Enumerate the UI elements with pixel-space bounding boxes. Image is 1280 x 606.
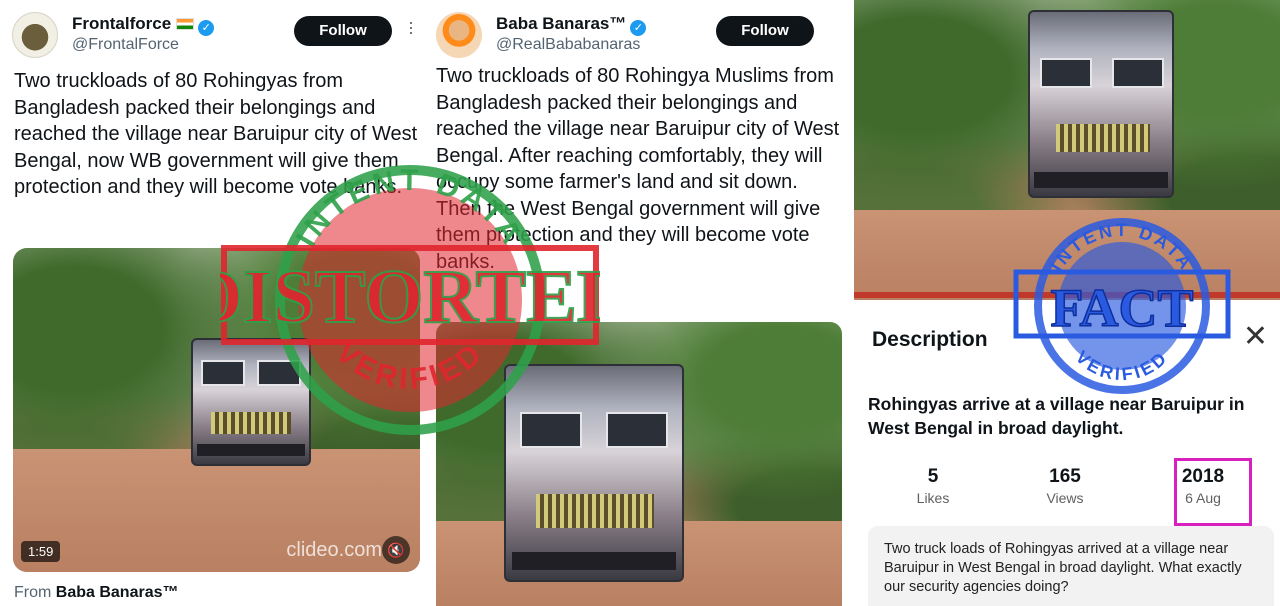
more-options-icon[interactable]: ···: [402, 20, 422, 35]
mute-icon[interactable]: 🔇: [382, 536, 410, 564]
close-icon[interactable]: ✕: [1243, 322, 1268, 352]
road: [854, 210, 1280, 300]
video-player[interactable]: 1:59 clideo.com 🔇: [13, 248, 420, 572]
avatar[interactable]: [436, 12, 482, 58]
video-player[interactable]: [854, 0, 1280, 300]
avatar[interactable]: [12, 12, 58, 58]
truck-image: [1028, 10, 1174, 198]
description-text: Two truck loads of Rohingyas arrived at …: [868, 526, 1274, 606]
truck-image: [191, 338, 311, 466]
tweet-header: Baba Banaras™ ✓ @RealBababanaras Follow: [436, 10, 836, 58]
author-name[interactable]: Baba Banaras™ ✓: [496, 14, 647, 36]
truck-image: [504, 364, 684, 582]
tweet-card-frontalforce: Frontalforce ✓ @FrontalForce Follow ··· T…: [0, 0, 428, 606]
date-highlight-box: [1174, 458, 1252, 526]
video-watermark: clideo.com: [286, 539, 382, 561]
video-duration: 1:59: [21, 541, 61, 562]
stat-likes: 5 Likes: [916, 466, 950, 506]
follow-button[interactable]: Follow: [294, 16, 392, 46]
tweet-card-babanaras: Baba Banaras™ ✓ @RealBababanaras Follow T…: [428, 0, 854, 606]
video-progress-bar[interactable]: [854, 292, 1280, 298]
author-handle[interactable]: @RealBababanaras: [496, 36, 640, 54]
video-player[interactable]: [436, 322, 842, 606]
tweet-text: Two truckloads of 80 Rohingya Muslims fr…: [436, 65, 840, 273]
youtube-description-panel: Description ✕ Rohingyas arrive at a vill…: [854, 0, 1280, 606]
media-attribution[interactable]: From Baba Banaras™: [14, 584, 179, 602]
author-handle[interactable]: @FrontalForce: [72, 36, 179, 54]
author-name[interactable]: Frontalforce ✓: [72, 14, 215, 36]
india-flag-icon: [176, 18, 195, 30]
sheet-title: Description: [872, 328, 988, 351]
stat-views: 165 Views: [1046, 466, 1084, 506]
tweet-text: Two truckloads of 80 Rohingyas from Bang…: [14, 70, 418, 198]
verified-badge-icon: ✓: [198, 20, 215, 36]
verified-badge-icon: ✓: [630, 20, 647, 36]
video-title: Rohingyas arrive at a village near Barui…: [868, 394, 1245, 438]
description-sheet: Description ✕ Rohingyas arrive at a vill…: [854, 300, 1280, 606]
tweet-header: Frontalforce ✓ @FrontalForce Follow ···: [12, 10, 422, 58]
follow-button[interactable]: Follow: [716, 16, 814, 46]
